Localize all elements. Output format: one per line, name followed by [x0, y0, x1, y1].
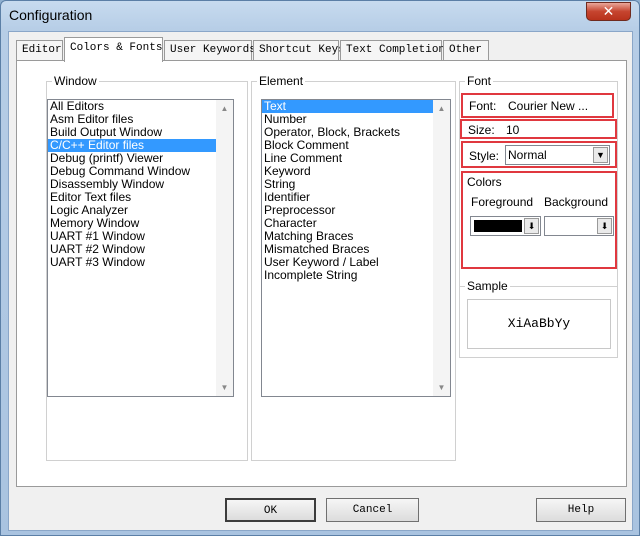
font-value-button[interactable]: Courier New ... — [508, 99, 588, 113]
sample-group: Sample XiAaBbYy — [459, 279, 618, 358]
background-color-swatch — [548, 220, 596, 232]
background-label: Background — [544, 195, 609, 209]
tab-colors-fonts[interactable]: Colors & Fonts — [64, 37, 163, 62]
scroll-up-icon[interactable]: ▲ — [433, 100, 450, 117]
arrow-down-icon[interactable]: ⬇ — [524, 218, 539, 234]
element-group: Element Text Number Operator, Block, Brack… — [251, 74, 456, 461]
window-group: Window All Editors Asm Editor files Build … — [46, 74, 248, 461]
ok-button[interactable]: OK — [225, 498, 316, 522]
style-row: Style: Normal ▼ — [461, 141, 617, 168]
colors-group: Colors Foreground Background ⬇ ⬇ — [461, 171, 617, 269]
tab-label: Shortcut Keys — [259, 44, 345, 56]
window-listbox[interactable]: All Editors Asm Editor files Build Output … — [47, 99, 234, 397]
tab-label: Text Completion — [346, 44, 446, 56]
tab-label: Editor — [22, 44, 62, 56]
element-list-items: Text Number Operator, Block, Brackets Block… — [262, 100, 450, 282]
close-icon: ✕ — [602, 3, 615, 19]
style-select[interactable]: Normal ▼ — [505, 145, 610, 165]
tab-label: Other — [449, 44, 483, 56]
tab-text-completion[interactable]: Text Completion — [340, 40, 446, 61]
configuration-window: Configuration ✕ Editor Colors & Fonts Us… — [0, 0, 640, 536]
arrow-down-icon[interactable]: ⬇ — [597, 218, 612, 234]
window-list-items: All Editors Asm Editor files Build Output … — [48, 100, 233, 269]
foreground-color-select[interactable]: ⬇ — [470, 216, 541, 236]
style-label: Style: — [469, 149, 500, 163]
font-group-label: Font — [465, 74, 494, 88]
scroll-up-icon[interactable]: ▲ — [216, 100, 233, 117]
colors-fonts-panel: Window All Editors Asm Editor files Build … — [16, 60, 627, 487]
tab-label: Colors & Fonts — [70, 42, 163, 54]
size-row: Size: 10 — [460, 119, 617, 139]
scroll-down-icon[interactable]: ▼ — [433, 379, 450, 396]
tab-other[interactable]: Other — [443, 40, 489, 61]
title-bar[interactable]: Configuration ✕ — [1, 1, 639, 31]
window-group-label: Window — [52, 74, 99, 88]
element-group-label: Element — [257, 74, 306, 88]
scroll-down-icon[interactable]: ▼ — [216, 379, 233, 396]
foreground-color-swatch — [474, 220, 522, 232]
font-label: Font: — [469, 99, 497, 113]
window-title: Configuration — [9, 7, 93, 23]
chevron-down-icon[interactable]: ▼ — [593, 147, 608, 163]
foreground-label: Foreground — [471, 195, 534, 209]
dialog-client-area: Editor Colors & Fonts User Keywords Shor… — [8, 31, 633, 531]
close-button[interactable]: ✕ — [586, 2, 631, 21]
colors-group-label: Colors — [467, 175, 502, 189]
list-item[interactable]: UART #3 Window — [48, 256, 233, 269]
tab-label: User Keywords — [170, 44, 256, 56]
cancel-button[interactable]: Cancel — [326, 498, 419, 522]
background-color-select[interactable]: ⬇ — [544, 216, 614, 236]
style-select-value: Normal — [508, 148, 547, 162]
tab-user-keywords[interactable]: User Keywords — [164, 40, 256, 61]
size-value[interactable]: 10 — [506, 123, 519, 137]
font-row: Font: Courier New ... — [461, 93, 614, 118]
element-list-scrollbar[interactable]: ▲ ▼ — [433, 100, 450, 396]
element-listbox[interactable]: Text Number Operator, Block, Brackets Block… — [261, 99, 451, 397]
window-list-scrollbar[interactable]: ▲ ▼ — [216, 100, 233, 396]
sample-preview: XiAaBbYy — [467, 299, 611, 349]
list-item[interactable]: Incomplete String — [262, 269, 450, 282]
help-button[interactable]: Help — [536, 498, 626, 522]
size-label: Size: — [468, 123, 495, 137]
sample-group-label: Sample — [465, 279, 510, 293]
tab-shortcut-keys[interactable]: Shortcut Keys — [253, 40, 345, 61]
tab-editor[interactable]: Editor — [16, 40, 63, 61]
